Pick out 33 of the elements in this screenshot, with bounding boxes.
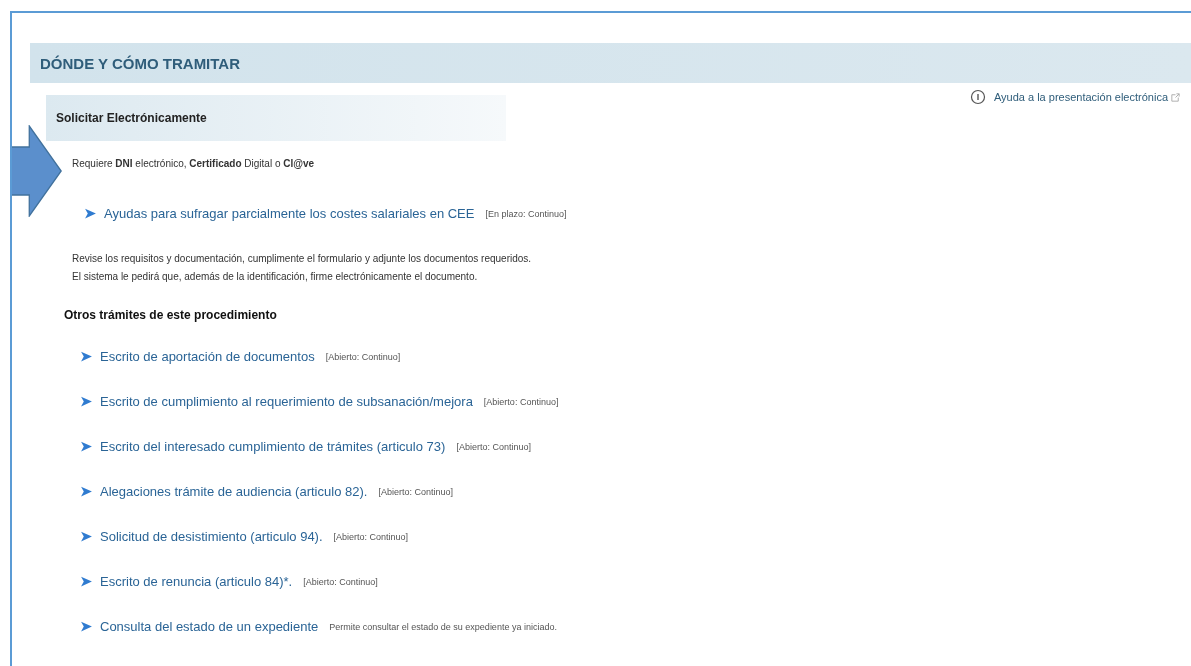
other-procedures-title: Otros trámites de este procedimiento bbox=[64, 308, 278, 322]
help-link[interactable]: Ayuda a la presentación electrónica bbox=[993, 91, 1168, 103]
procedure-link[interactable]: Solicitud de desistimiento (articulo 94). bbox=[100, 529, 323, 544]
chevron-icon bbox=[80, 350, 93, 363]
procedure-link[interactable]: Consulta del estado de un expediente bbox=[100, 619, 319, 634]
chevron-icon bbox=[84, 207, 97, 220]
requirement-text: Requiere DNI electrónico, Certificado Digital o Cl@ve bbox=[72, 158, 316, 169]
procedure-link[interactable]: Escrito de aportación de documentos bbox=[100, 349, 315, 364]
procedure-link[interactable]: Ayudas para sufragar parcialmente los costes salariales en CEE bbox=[104, 206, 475, 221]
procedure-status: [Abierto: Continuo] bbox=[483, 396, 559, 407]
procedure-status: [En plazo: Continuo] bbox=[485, 208, 567, 219]
instruction-text: El sistema le pedirá que, además de la identificación, firme electrónicamente el documento. bbox=[72, 271, 479, 282]
procedure-link[interactable]: Escrito de renuncia (articulo 84)*. bbox=[100, 574, 293, 589]
procedure-status: [Abierto: Continuo] bbox=[378, 486, 453, 497]
section-title: DÓNDE Y CÓMO TRAMITAR bbox=[40, 54, 240, 72]
instruction-text: Revise los requisitos y documentación, cumplimente el formulario y adjunte los documentos requeridos. bbox=[72, 253, 533, 264]
subsection-title: Solicitar Electrónicamente bbox=[56, 111, 207, 125]
procedure-status: [Abierto: Continuo] bbox=[325, 351, 401, 362]
chevron-icon bbox=[80, 395, 93, 408]
chevron-icon bbox=[80, 620, 93, 633]
info-icon bbox=[969, 89, 986, 105]
procedure-status: [Abierto: Continuo] bbox=[303, 576, 378, 587]
chevron-icon bbox=[80, 575, 93, 588]
procedure-link[interactable]: Escrito del interesado cumplimiento de trámites (articulo 73) bbox=[100, 439, 446, 454]
procedure-link[interactable]: Alegaciones trámite de audiencia (articulo 82). bbox=[100, 484, 368, 499]
procedure-status: Permite consultar el estado de su expediente ya iniciado. bbox=[329, 621, 557, 632]
chevron-icon bbox=[80, 485, 93, 498]
procedure-status: [Abierto: Continuo] bbox=[456, 441, 531, 452]
procedure-status: [Abierto: Continuo] bbox=[333, 531, 409, 542]
chevron-icon bbox=[80, 440, 93, 453]
chevron-icon bbox=[80, 530, 93, 543]
procedure-link[interactable]: Escrito de cumplimiento al requerimiento de subsanación/mejora bbox=[100, 394, 473, 409]
external-link-icon bbox=[1170, 91, 1181, 103]
